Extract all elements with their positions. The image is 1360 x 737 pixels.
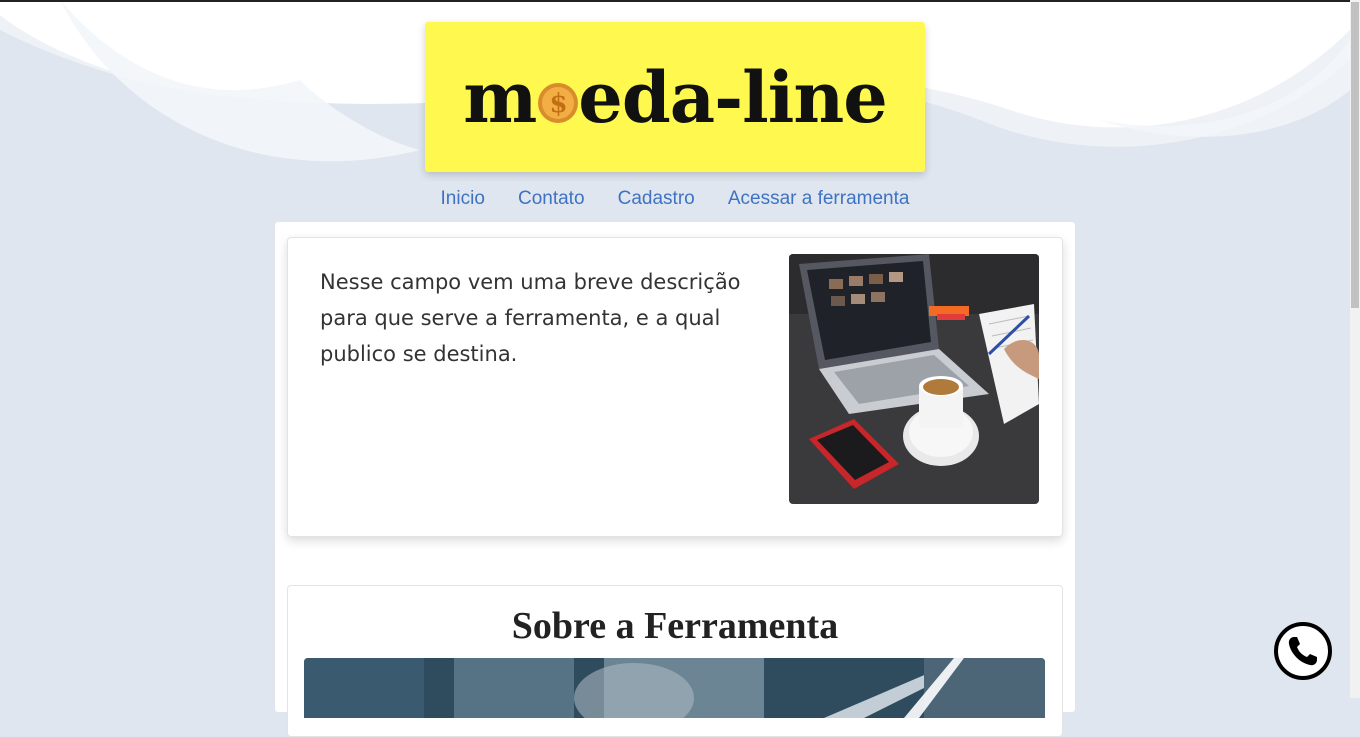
phone-icon	[1274, 622, 1332, 680]
intro-description-line: Nesse campo vem uma breve descrição	[320, 270, 741, 294]
main-nav: Inicio Contato Cadastro Acessar a ferram…	[0, 188, 1350, 210]
logo-text: m $ eda-line	[463, 55, 888, 139]
coin-symbol: $	[550, 89, 567, 119]
nav-link-acessar-ferramenta[interactable]: Acessar a ferramenta	[728, 188, 910, 210]
intro-description-line: publico se destina.	[320, 342, 518, 366]
nav-link-inicio[interactable]: Inicio	[441, 188, 485, 210]
workspace-photo	[789, 254, 1039, 504]
intro-description: Nesse campo vem uma breve descrição para…	[320, 264, 780, 372]
dollar-coin-icon: $	[538, 83, 579, 123]
intro-description-line: para que serve a ferramenta, e a qual	[320, 306, 721, 330]
nav-link-contato[interactable]: Contato	[518, 188, 585, 210]
about-card: Sobre a Ferramenta	[287, 585, 1063, 737]
scrollbar-thumb[interactable]	[1351, 2, 1359, 308]
nav-link-cadastro[interactable]: Cadastro	[618, 188, 695, 210]
main-content: Nesse campo vem uma breve descrição para…	[275, 222, 1075, 737]
logo-text-end: eda-line	[578, 55, 888, 139]
window-top-border	[0, 0, 1360, 2]
about-title: Sobre a Ferramenta	[511, 605, 839, 647]
site-logo[interactable]: m $ eda-line	[425, 22, 925, 172]
intro-card: Nesse campo vem uma breve descrição para…	[287, 237, 1063, 537]
about-banner-photo	[304, 658, 1045, 718]
phone-contact-button[interactable]	[1274, 622, 1332, 680]
page-scrollbar[interactable]	[1350, 0, 1360, 698]
logo-text-start: m	[463, 55, 537, 139]
